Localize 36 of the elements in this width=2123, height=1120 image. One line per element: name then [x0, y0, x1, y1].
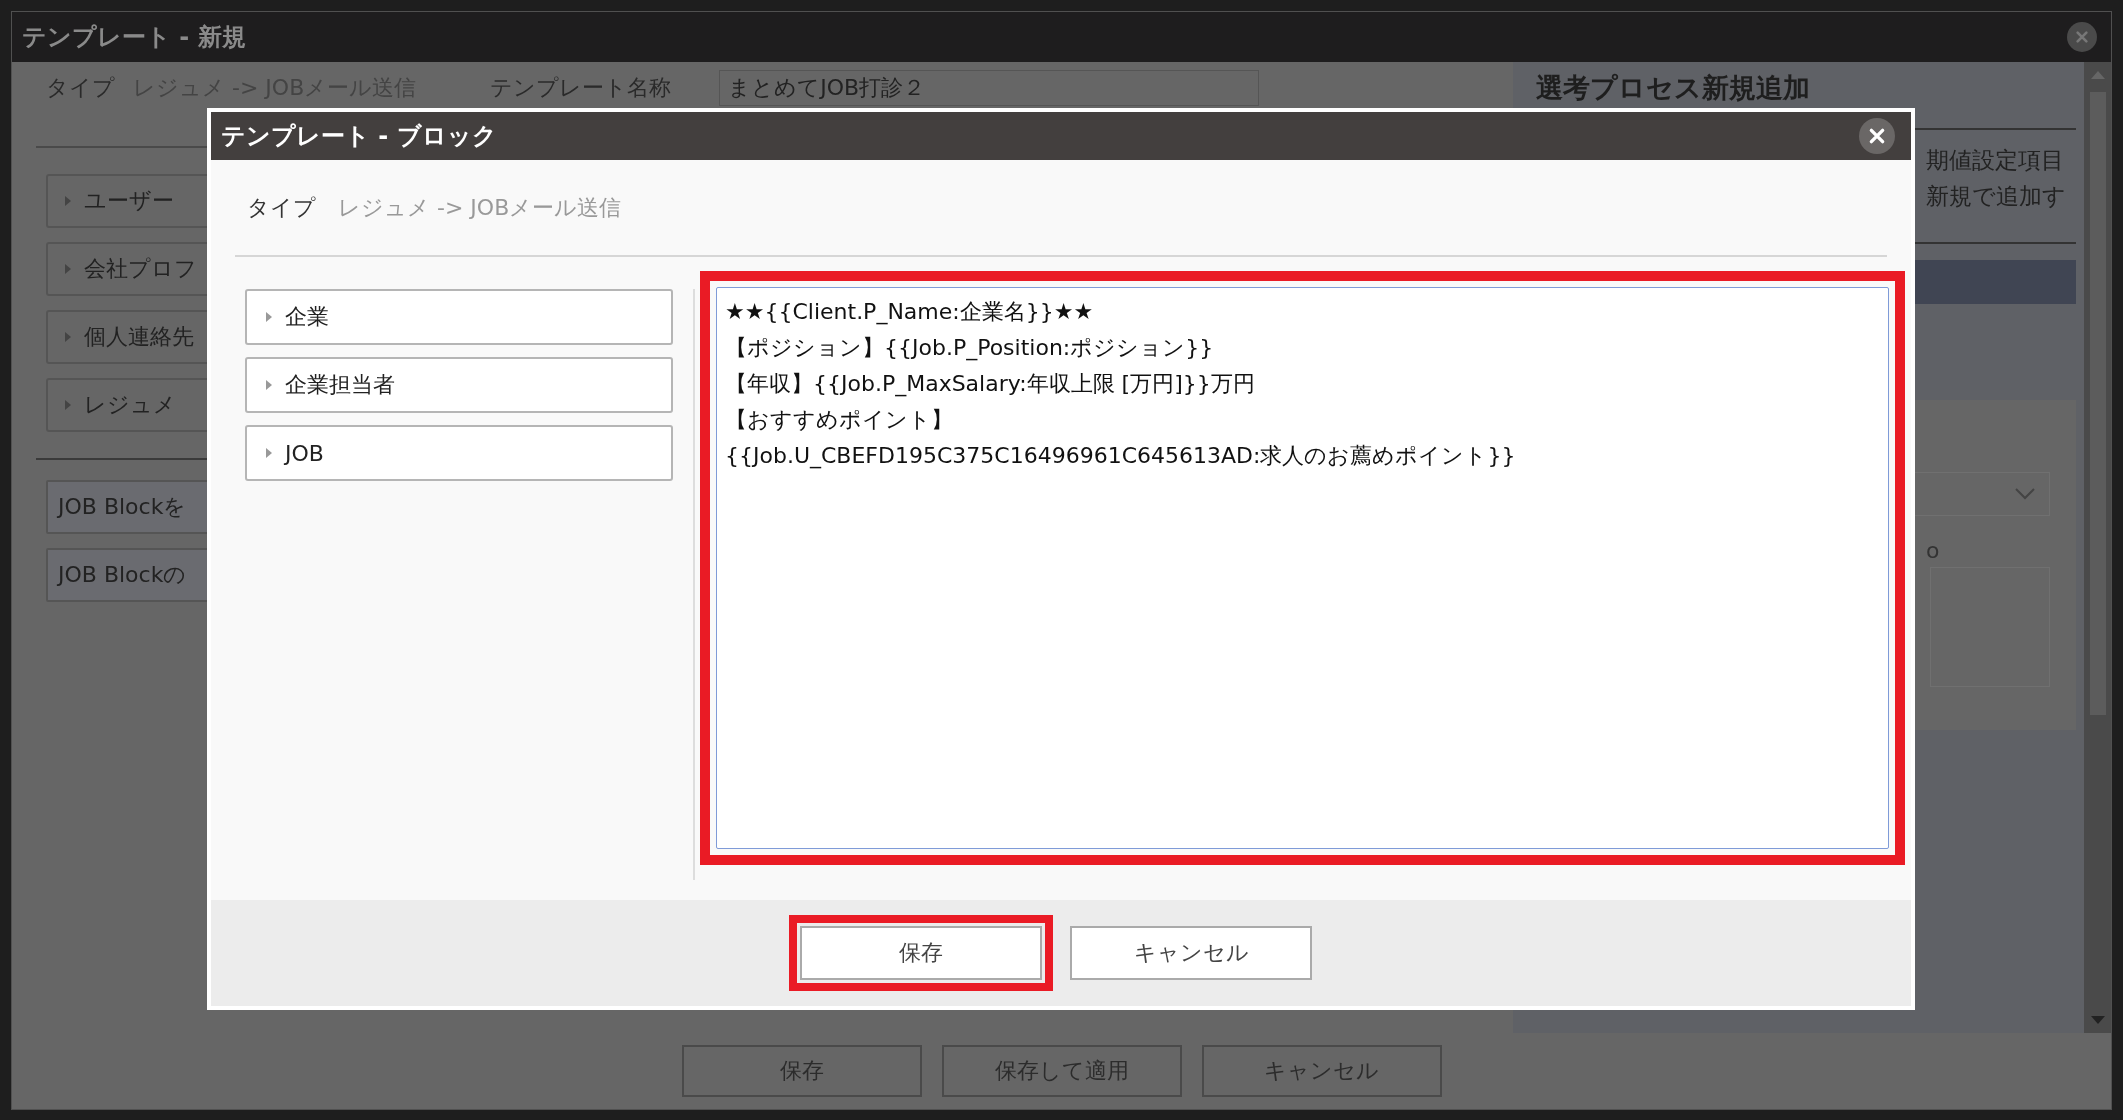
- dialog-button[interactable]: 保存して適用: [941, 1045, 1182, 1097]
- modal-title: テンプレート - ブロック: [221, 121, 497, 152]
- category-label: JOB: [285, 440, 324, 466]
- caret-right-icon: [265, 311, 273, 323]
- close-icon: [2075, 30, 2089, 44]
- chevron-down-icon: [2015, 488, 2035, 500]
- dialog-button[interactable]: キャンセル: [1070, 926, 1312, 980]
- scroll-up-icon: [2089, 70, 2106, 80]
- caret-right-icon: [64, 399, 72, 411]
- category-item[interactable]: 企業担当者: [245, 357, 673, 413]
- dialog-button[interactable]: キャンセル: [1201, 1045, 1442, 1097]
- template-body-editor[interactable]: ★★{{Client.P_Name:企業名}}★★ 【ポジション】{{Job.P_Position:ポジション}} 【年収】{{Job.P_MaxSalary:年収上限 [万円]}}万円 【おすすめポイント】 {{Job.U_CBEFD195C375C16496961C645613AD:求人のお薦めポイント}}: [716, 287, 1889, 849]
- category-item[interactable]: JOB: [245, 425, 673, 481]
- caret-right-icon: [265, 447, 273, 459]
- template-name-field[interactable]: まとめてJOB打診２: [719, 70, 1260, 106]
- caret-right-icon: [64, 195, 72, 207]
- close-icon: [1868, 127, 1886, 145]
- sidebar-item-label: ユーザー: [84, 187, 174, 215]
- template-name-label: テンプレート名称: [490, 74, 672, 102]
- caret-right-icon: [64, 263, 72, 275]
- category-item[interactable]: 企業: [245, 289, 673, 345]
- sidebar-item-label: レジュメ: [84, 391, 176, 419]
- scroll-down-icon: [2089, 1015, 2106, 1025]
- sidebar-item-label: 個人連絡先: [84, 323, 194, 351]
- dialog-button[interactable]: 保存: [681, 1045, 922, 1097]
- window-title: テンプレート - 新規: [22, 22, 246, 53]
- panel-description: 期値設定項目 新規で追加す: [1926, 146, 2067, 211]
- close-button[interactable]: [1859, 118, 1895, 154]
- type-label: タイプ: [247, 193, 316, 222]
- caret-right-icon: [265, 379, 273, 391]
- scrollbar[interactable]: [2084, 62, 2111, 1033]
- dialog-button[interactable]: 保存: [789, 915, 1053, 991]
- sidebar-item-label: 会社プロフ: [84, 255, 197, 283]
- type-label: タイプ: [46, 74, 115, 102]
- panel-title: 選考プロセス新規追加: [1536, 71, 1811, 105]
- caret-right-icon: [64, 331, 72, 343]
